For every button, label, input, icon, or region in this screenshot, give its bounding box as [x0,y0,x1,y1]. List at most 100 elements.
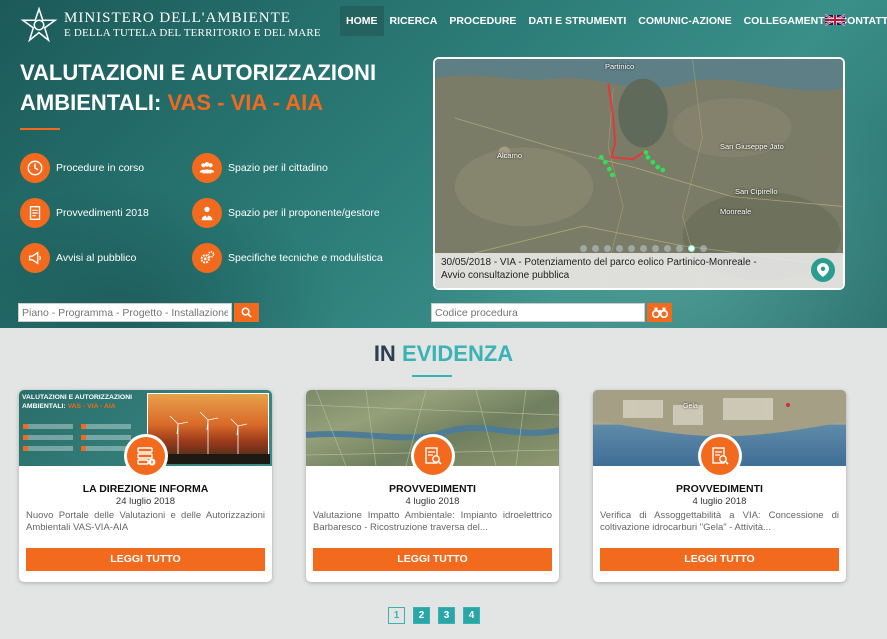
quick-link-avvisi[interactable]: Avvisi al pubblico [20,243,136,273]
read-more-button[interactable]: LEGGI TUTTO [26,548,265,571]
page-4-button[interactable]: 4 [463,607,480,624]
megaphone-icon [20,243,50,273]
map-label-san-giuseppe-jato: San Giuseppe Jato [720,142,784,151]
carousel-dot[interactable] [652,245,659,252]
carousel-dots [580,245,707,252]
section-divider [412,375,452,377]
quick-link-specifiche[interactable]: Specifiche tecniche e modulistica [192,243,383,273]
card-date: 4 luglio 2018 [692,496,747,507]
logo-title: MINISTERO DELL'AMBIENTE [64,10,291,26]
carousel-dot[interactable] [628,245,635,252]
thumb-title-prefix: AMBIENTALI: [22,403,68,410]
caption-line1: 30/05/2018 - VIA - Potenziamento del par… [441,257,757,268]
quick-link-cittadino[interactable]: Spazio per il cittadino [192,153,328,183]
ministry-logo[interactable]: MINISTERO DELL'AMBIENTE E DELLA TUTELA D… [20,6,321,44]
procedure-code-input[interactable] [431,303,645,322]
page-2-button[interactable]: 2 [413,607,430,624]
card-excerpt: Verifica di Assoggettabilità a VIA: Conc… [600,510,839,533]
procedure-code-search [431,303,672,322]
news-card[interactable]: Gela PROVVEDIMENTI 4 luglio 2018 Verific… [593,390,846,582]
nav-procedure[interactable]: PROCEDURE [443,6,522,36]
server-info-icon [126,437,165,475]
carousel-dot[interactable] [700,245,707,252]
nav-collegamenti[interactable]: COLLEGAMENTI [738,6,834,36]
search-icon [241,307,252,318]
nav-dati-strumenti[interactable]: DATI E STRUMENTI [522,6,632,36]
read-more-button[interactable]: LEGGI TUTTO [313,548,552,571]
read-more-button[interactable]: LEGGI TUTTO [600,548,839,571]
card-excerpt: Nuovo Portale delle Valutazioni e delle … [26,510,265,533]
carousel-dot[interactable] [640,245,647,252]
quick-link-label: Spazio per il proponente/gestore [228,207,380,219]
carousel-dot[interactable] [676,245,683,252]
logo-subtitle: E DELLA TUTELA DEL TERRITORIO E DEL MARE [64,27,321,39]
carousel-caption[interactable]: 30/05/2018 - VIA - Potenziamento del par… [435,253,843,288]
card-icon-badge [410,434,455,478]
news-card[interactable]: VALUTAZIONI E AUTORIZZAZIONI AMBIENTALI:… [19,390,272,582]
section-title-part1: IN [373,341,402,366]
clock-icon [20,153,50,183]
document-icon [20,198,50,228]
quick-link-label: Avvisi al pubblico [56,252,137,264]
binoculars-icon [651,307,668,318]
hero-title-line2: AMBIENTALI: VAS - VIA - AIA [20,88,376,118]
card-category: PROVVEDIMENTI [676,483,763,495]
featured-map-carousel[interactable]: Partinico Alcamo San Giuseppe Jato San C… [433,57,845,290]
star-emblem-icon [20,6,58,43]
carousel-dot[interactable] [664,245,671,252]
map-label-monreale: Monreale [720,207,752,216]
hero-banner: MINISTERO DELL'AMBIENTE E DELLA TUTELA D… [0,0,887,328]
pagination: 1 2 3 4 [388,607,480,624]
people-icon [192,153,222,183]
map-label-alcamo: Alcamo [497,151,523,160]
uk-flag-icon[interactable] [825,14,845,26]
map-label-gela: Gela [683,403,698,410]
thumb-title-line1: VALUTAZIONI E AUTORIZZAZIONI [22,394,133,401]
section-title-part2: EVIDENZA [401,341,514,366]
project-search [18,303,259,322]
quick-link-proponente[interactable]: Spazio per il proponente/gestore [192,198,380,228]
nav-ricerca[interactable]: RICERCA [384,6,444,36]
quick-link-procedure[interactable]: Procedure in corso [20,153,144,183]
card-icon-badge [123,434,168,478]
nav-home[interactable]: HOME [340,6,384,36]
hero-title-highlight: VAS - VIA - AIA [167,90,324,115]
carousel-dot[interactable] [616,245,623,252]
page-3-button[interactable]: 3 [438,607,455,624]
card-icon-badge [697,434,742,478]
main-nav: HOME RICERCA PROCEDURE DATI E STRUMENTI … [340,6,887,36]
card-date: 24 luglio 2018 [115,496,176,507]
quick-link-label: Provvedimenti 2018 [56,207,149,219]
document-search-icon [700,437,739,475]
carousel-dot[interactable] [604,245,611,252]
card-category: PROVVEDIMENTI [389,483,476,495]
caption-line2: Avvio consultazione pubblica [441,270,570,281]
card-category: LA DIREZIONE INFORMA [82,483,209,495]
nav-comunic-azione[interactable]: COMUNIC-AZIONE [632,6,737,36]
document-search-icon [413,437,452,475]
quick-link-label: Spazio per il cittadino [228,162,328,174]
map-label-partinico: Partinico [605,62,635,71]
quick-link-label: Specifiche tecniche e modulistica [228,252,383,264]
carousel-dot-active[interactable] [688,245,695,252]
hero-title-prefix: AMBIENTALI: [20,90,168,115]
title-divider [20,128,60,130]
hero-title-line1: VALUTAZIONI E AUTORIZZAZIONI [20,60,377,85]
page-1-button[interactable]: 1 [388,607,405,624]
project-search-button[interactable] [234,303,259,322]
gears-icon [192,243,222,273]
project-search-input[interactable] [18,303,232,322]
map-label-san-cipirello: San Cipirello [735,187,778,196]
quick-link-provvedimenti[interactable]: Provvedimenti 2018 [20,198,149,228]
procedure-code-button[interactable] [647,303,672,322]
card-excerpt: Valutazione Impatto Ambientale: Impianto… [313,510,552,533]
quick-link-label: Procedure in corso [56,162,145,174]
thumb-title: VALUTAZIONI E AUTORIZZAZIONI AMBIENTALI:… [22,393,132,411]
section-title: IN EVIDENZA [0,341,887,367]
carousel-dot[interactable] [580,245,587,252]
thumb-title-highlight: VAS - VIA - AIA [67,403,116,410]
carousel-dot[interactable] [592,245,599,252]
thumb-title-line2: AMBIENTALI: VAS - VIA - AIA [22,402,132,411]
map-pin-icon[interactable] [811,258,835,282]
news-card[interactable]: PROVVEDIMENTI 4 luglio 2018 Valutazione … [306,390,559,582]
